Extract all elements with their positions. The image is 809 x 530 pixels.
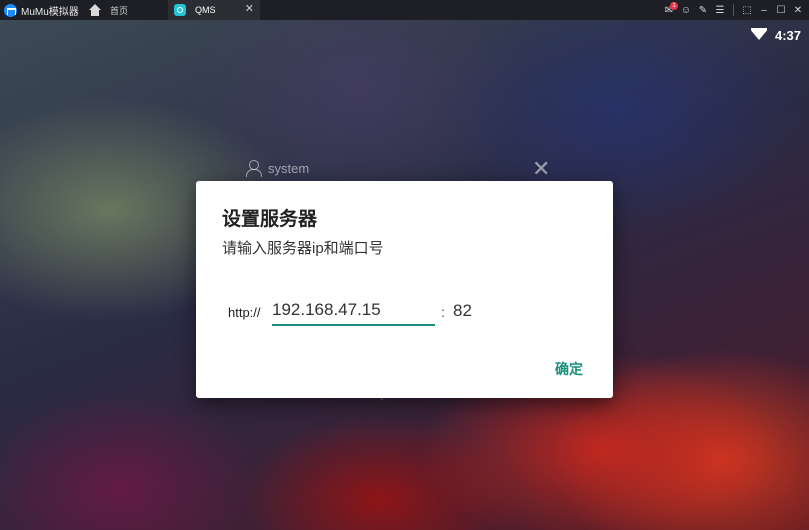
user-account-icon[interactable]: ☺ xyxy=(679,3,693,17)
status-clock: 4:37 xyxy=(774,27,801,43)
mail-icon[interactable]: ✉ 1 xyxy=(662,2,678,17)
port-separator: : xyxy=(441,304,445,320)
emulator-title-bar: MuMu模拟器 首页 QMS ✕ ✉ 1 ☺ ✎ ☰ ⬚ – ☐ ✕ xyxy=(0,0,809,20)
minimize-icon[interactable]: – xyxy=(757,3,771,17)
fullscreen-icon[interactable]: ⬚ xyxy=(740,3,754,17)
qms-app-icon xyxy=(174,4,186,16)
clear-username-icon: ✕ xyxy=(532,156,551,181)
toolbar-divider xyxy=(733,4,734,16)
home-icon xyxy=(88,4,102,16)
close-icon[interactable]: ✕ xyxy=(791,3,805,17)
server-ip-input[interactable] xyxy=(272,298,435,326)
window-toolbar: ✉ 1 ☺ ✎ ☰ ⬚ – ☐ ✕ xyxy=(662,0,809,20)
mumu-logo-icon xyxy=(4,3,17,17)
tab-home-label: 首页 xyxy=(110,5,129,16)
mail-badge: 1 xyxy=(670,2,678,10)
dialog-message: 请输入服务器ip和端口号 xyxy=(222,240,384,257)
username-value: system xyxy=(268,160,310,176)
username-field-background: system xyxy=(246,160,310,177)
tab-close-icon[interactable]: ✕ xyxy=(245,3,254,16)
tab-qms[interactable]: QMS ✕ xyxy=(168,0,260,20)
tab-qms-label: QMS xyxy=(195,5,216,15)
user-icon xyxy=(246,160,262,177)
app-logo: MuMu模拟器 xyxy=(0,0,84,20)
server-settings-dialog: 设置服务器 请输入服务器ip和端口号 http:// : 82 确定 xyxy=(196,181,613,398)
skin-icon[interactable]: ✎ xyxy=(696,3,710,17)
app-name: MuMu模拟器 xyxy=(21,6,79,18)
dialog-title: 设置服务器 xyxy=(222,209,318,230)
wifi-icon xyxy=(750,27,767,43)
server-port-input[interactable]: 82 xyxy=(453,301,472,321)
protocol-prefix: http:// xyxy=(228,305,261,320)
confirm-button[interactable]: 确定 xyxy=(555,359,583,379)
tab-home[interactable]: 首页 xyxy=(84,0,168,20)
status-bar: 4:37 xyxy=(750,27,801,43)
menu-icon[interactable]: ☰ xyxy=(713,3,727,17)
maximize-icon[interactable]: ☐ xyxy=(774,3,788,17)
